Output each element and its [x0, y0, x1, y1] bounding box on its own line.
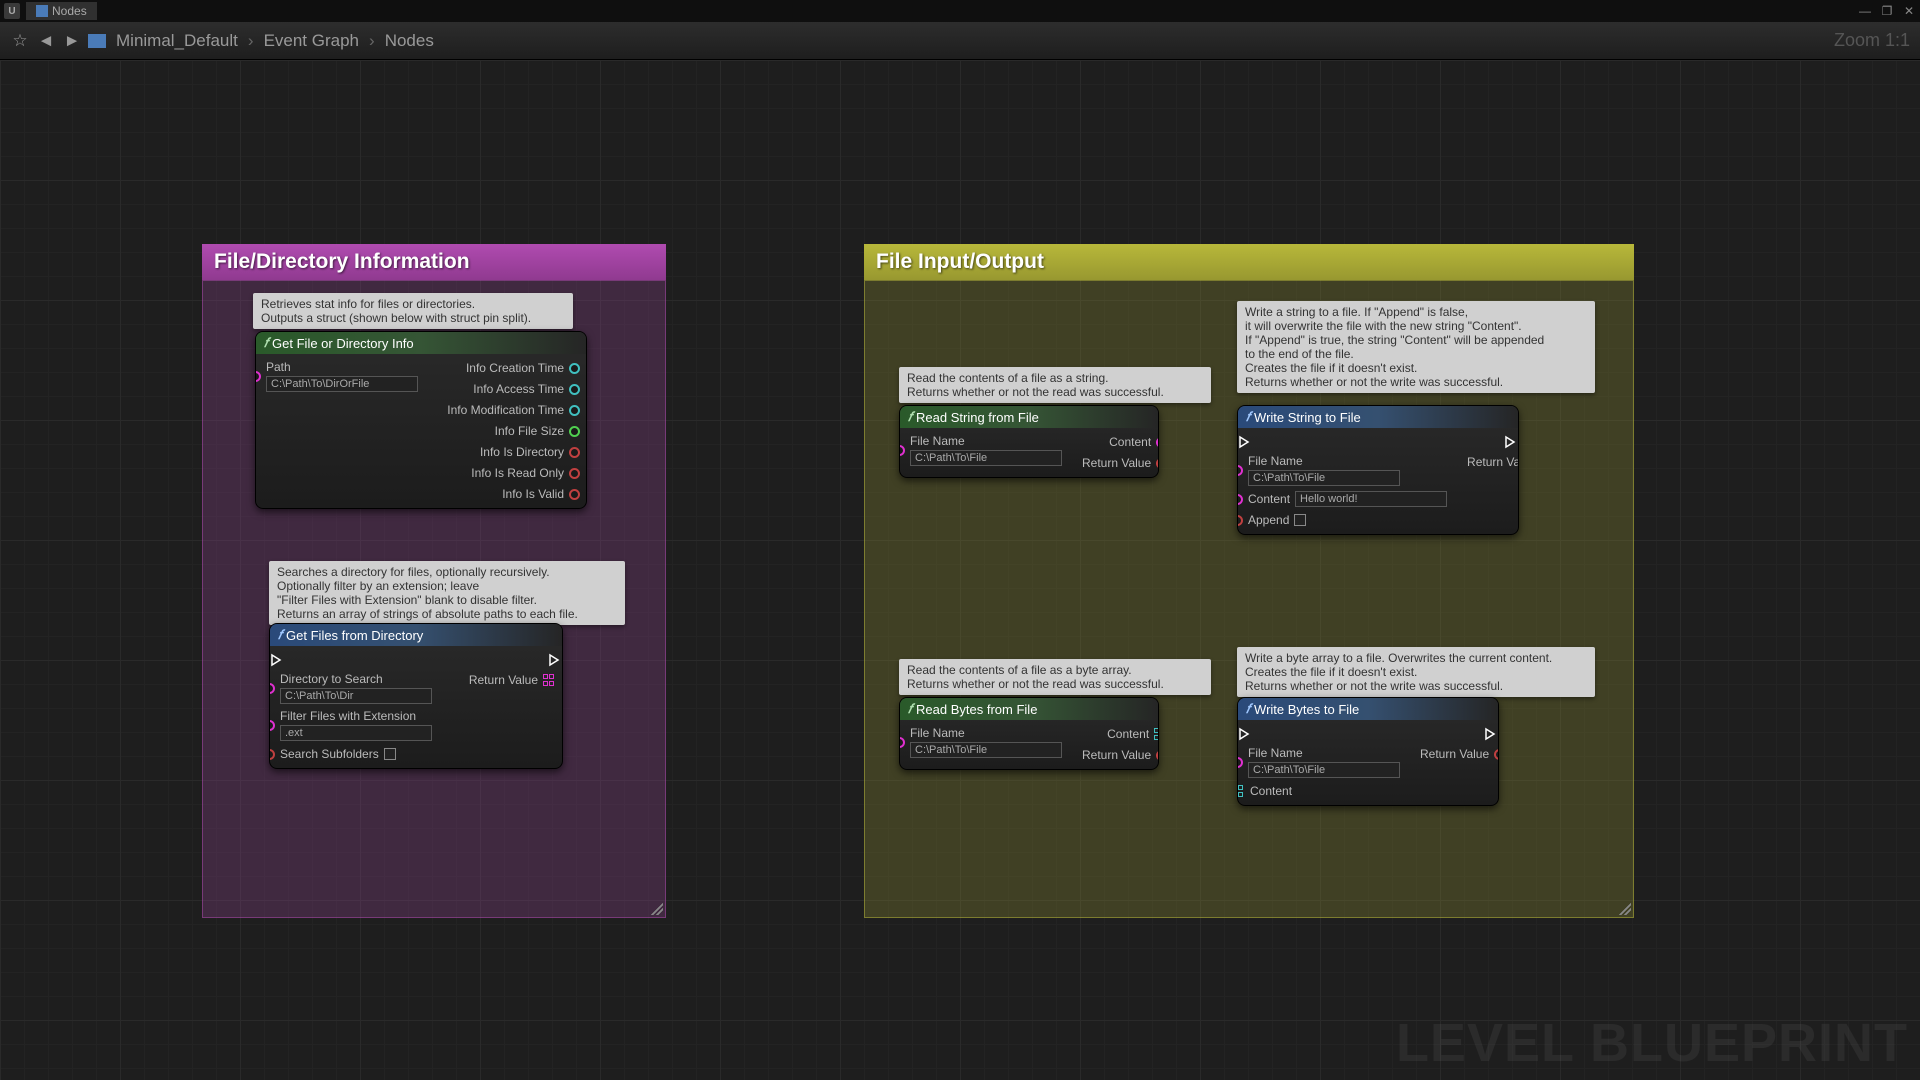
pin-return-value[interactable]: Return Value [469, 672, 556, 688]
function-icon: 𝑓 [264, 335, 268, 351]
pin-return-value[interactable]: Return Value [1082, 747, 1159, 763]
pin-directory-to-search[interactable]: Directory to Search [269, 672, 432, 704]
editor-tab[interactable]: Nodes [26, 2, 97, 20]
comment-box-file-info[interactable]: File/Directory Information Retrieves sta… [202, 244, 666, 918]
crumb-level[interactable]: Minimal_Default [116, 31, 238, 51]
chevron-right-icon: › [369, 31, 375, 51]
title-bar: U Nodes — ❐ ✕ [0, 0, 1920, 22]
function-icon: 𝑓 [1246, 409, 1250, 425]
pin-file-size[interactable]: Info File Size [495, 423, 580, 439]
pin-exec-in[interactable] [270, 652, 284, 668]
pin-filter-extension[interactable]: Filter Files with Extension [269, 709, 432, 741]
pin-exec-out[interactable] [1504, 434, 1518, 450]
pin-return-value[interactable]: Return Value [1420, 746, 1499, 762]
breadcrumb-bar: ☆ ◄ ► Minimal_Default › Event Graph › No… [0, 22, 1920, 60]
pin-return-value[interactable]: Return Value [1467, 454, 1519, 470]
node-title: Write String to File [1254, 410, 1361, 425]
blueprint-icon [36, 5, 48, 17]
crumb-graph[interactable]: Event Graph [264, 31, 359, 51]
content-input[interactable] [1295, 491, 1447, 507]
function-icon: 𝑓 [1246, 701, 1250, 717]
pin-modification-time[interactable]: Info Modification Time [447, 402, 580, 418]
maximize-button[interactable]: ❐ [1876, 0, 1898, 22]
comment-box-file-io[interactable]: File Input/Output Read the contents of a… [864, 244, 1634, 918]
pin-exec-in[interactable] [1238, 434, 1252, 450]
node-write-string-to-file[interactable]: 𝑓 Write String to File File Name [1237, 405, 1519, 535]
pin-access-time[interactable]: Info Access Time [473, 381, 580, 397]
filename-input[interactable] [1248, 470, 1400, 486]
pin-file-name[interactable]: File Name [1237, 746, 1400, 778]
favorite-icon[interactable]: ☆ [10, 31, 30, 51]
back-button[interactable]: ◄ [36, 31, 56, 51]
note-read-bytes[interactable]: Read the contents of a file as a byte ar… [899, 659, 1211, 695]
pin-file-name[interactable]: File Name [899, 726, 1062, 758]
node-title: Write Bytes to File [1254, 702, 1359, 717]
directory-input[interactable] [280, 688, 432, 704]
pin-file-name[interactable]: File Name [899, 434, 1062, 466]
node-header[interactable]: 𝑓 Get File or Directory Info [256, 332, 586, 354]
pin-exec-out[interactable] [1484, 726, 1498, 742]
pin-is-directory[interactable]: Info Is Directory [480, 444, 580, 460]
node-write-bytes-to-file[interactable]: 𝑓 Write Bytes to File File Name [1237, 697, 1499, 806]
pin-path[interactable]: Path [255, 360, 418, 392]
node-read-bytes-from-file[interactable]: 𝑓Read Bytes from File File Name Content … [899, 697, 1159, 770]
filename-input[interactable] [910, 742, 1062, 758]
tab-label: Nodes [52, 4, 87, 18]
comment-title[interactable]: File/Directory Information [202, 244, 666, 280]
comment-title[interactable]: File Input/Output [864, 244, 1634, 280]
window-controls: — ❐ ✕ [1854, 0, 1920, 22]
filter-input[interactable] [280, 725, 432, 741]
function-icon: 𝑓 [908, 409, 912, 425]
note-write-string[interactable]: Write a string to a file. If "Append" is… [1237, 301, 1595, 393]
minimize-button[interactable]: — [1854, 0, 1876, 22]
pin-content[interactable]: Content [1107, 726, 1159, 742]
pin-file-name[interactable]: File Name [1237, 454, 1447, 486]
node-get-file-or-directory-info[interactable]: 𝑓 Get File or Directory Info Path [255, 331, 587, 509]
note-get-info[interactable]: Retrieves stat info for files or directo… [253, 293, 573, 329]
node-title: Read Bytes from File [916, 702, 1037, 717]
pin-content[interactable]: Content [1237, 783, 1400, 799]
note-write-bytes[interactable]: Write a byte array to a file. Overwrites… [1237, 647, 1595, 697]
node-title: Read String from File [916, 410, 1039, 425]
pin-exec-out[interactable] [548, 652, 562, 668]
node-title: Get File or Directory Info [272, 336, 414, 351]
node-title: Get Files from Directory [286, 628, 423, 643]
pin-return-value[interactable]: Return Value [1082, 455, 1159, 471]
graph-canvas[interactable]: File/Directory Information Retrieves sta… [0, 60, 1920, 1080]
pin-content[interactable]: Content [1109, 434, 1159, 450]
pin-append[interactable]: Append [1237, 512, 1447, 528]
pin-content[interactable]: Content [1237, 491, 1447, 507]
resize-handle[interactable] [651, 903, 663, 915]
watermark: LEVEL BLUEPRINT [1396, 1012, 1908, 1074]
pin-exec-in[interactable] [1238, 726, 1252, 742]
checkbox[interactable] [1294, 514, 1306, 526]
forward-button[interactable]: ► [62, 31, 82, 51]
filename-input[interactable] [1248, 762, 1400, 778]
ue-logo-icon: U [4, 3, 20, 19]
resize-handle[interactable] [1619, 903, 1631, 915]
filename-input[interactable] [910, 450, 1062, 466]
node-header[interactable]: 𝑓 Get Files from Directory [270, 624, 562, 646]
chevron-right-icon: › [248, 31, 254, 51]
pin-is-valid[interactable]: Info Is Valid [502, 486, 580, 502]
path-input[interactable] [266, 376, 418, 392]
function-icon: 𝑓 [908, 701, 912, 717]
node-get-files-from-directory[interactable]: 𝑓 Get Files from Directory Directory to S… [269, 623, 563, 769]
pin-is-read-only[interactable]: Info Is Read Only [471, 465, 580, 481]
note-get-files[interactable]: Searches a directory for files, optional… [269, 561, 625, 625]
crumb-current[interactable]: Nodes [385, 31, 434, 51]
checkbox[interactable] [384, 748, 396, 760]
function-icon: 𝑓 [278, 627, 282, 643]
pin-search-subfolders[interactable]: Search Subfolders [269, 746, 432, 762]
note-read-string[interactable]: Read the contents of a file as a string.… [899, 367, 1211, 403]
blueprint-icon [88, 34, 106, 48]
pin-creation-time[interactable]: Info Creation Time [466, 360, 580, 376]
close-button[interactable]: ✕ [1898, 0, 1920, 22]
zoom-indicator: Zoom 1:1 [1834, 30, 1910, 51]
node-read-string-from-file[interactable]: 𝑓 Read String from File File Name Content… [899, 405, 1159, 478]
